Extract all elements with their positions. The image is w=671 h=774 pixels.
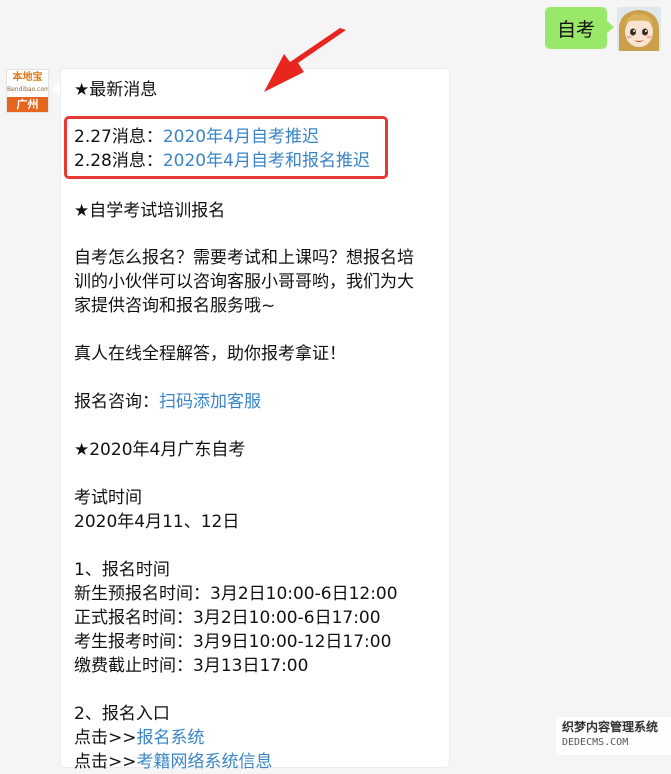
user-message-bubble[interactable]: 自考: [545, 7, 607, 49]
watermark-cn-text: 织梦内容管理系统: [562, 720, 659, 734]
registration-entry-line: 点击>>报名系统: [74, 726, 205, 750]
schedule-line: 考生报考时间：3月9日10:00-12日17:00: [74, 632, 392, 652]
bendibao-logo-text: 本地宝: [12, 72, 43, 83]
training-heading: ★自学考试培训报名: [74, 201, 226, 221]
training-paragraph-line: 自考怎么报名？需要考试和上课吗？想报名培: [74, 248, 414, 268]
schedule-line: 新生预报名时间：3月2日10:00-6日12:00: [74, 584, 398, 604]
bendibao-logo-sub: Bendibao.com: [7, 86, 49, 93]
bot-avatar[interactable]: 本地宝 Bendibao.com 广州: [6, 69, 49, 113]
bendibao-city-label: 广州: [7, 97, 48, 112]
entry-prefix: 点击>>: [74, 728, 137, 748]
consult-link[interactable]: 扫码添加客服: [159, 392, 261, 412]
anime-avatar-icon: [617, 7, 661, 51]
bot-bubble-tail: [52, 82, 60, 96]
red-arrow-icon: [264, 28, 346, 92]
latest-news-heading: ★最新消息: [74, 80, 158, 100]
schedule-line: 缴费截止时间：3月13日17:00: [74, 656, 309, 676]
guangdong-exam-heading: ★2020年4月广东自考: [74, 440, 246, 460]
exam-time-label: 考试时间: [74, 488, 142, 508]
training-paragraph-line: 家提供咨询和报名服务哦~: [74, 296, 276, 316]
registration-entry-title: 2、报名入口: [74, 704, 170, 724]
training-paragraph-line: 训的小伙伴可以咨询客服小哥哥哟，我们为大: [74, 272, 414, 292]
consult-line: 报名咨询：扫码添加客服: [74, 390, 261, 414]
user-message-text: 自考: [556, 18, 595, 41]
registration-system-link[interactable]: 报名系统: [137, 728, 205, 748]
schedule-line: 正式报名时间：3月2日10:00-6日17:00: [74, 608, 381, 628]
answer-line: 真人在线全程解答，助你报考拿证！: [74, 344, 346, 364]
registration-entry-line: 点击>>考籍网络系统信息: [74, 750, 273, 774]
user-bubble-tail: [606, 20, 614, 34]
watermark-en-text: DEDECMS.COM: [562, 737, 629, 748]
exam-time-value: 2020年4月11、12日: [74, 512, 240, 532]
highlight-annotation-box: [64, 116, 388, 179]
student-record-system-link[interactable]: 考籍网络系统信息: [137, 752, 273, 772]
entry-prefix: 点击>>: [74, 752, 137, 772]
registration-time-title: 1、报名时间: [74, 560, 170, 580]
consult-label: 报名咨询：: [74, 392, 159, 412]
watermark: 织梦内容管理系统 DEDECMS.COM: [556, 717, 671, 755]
user-avatar[interactable]: [617, 7, 661, 51]
